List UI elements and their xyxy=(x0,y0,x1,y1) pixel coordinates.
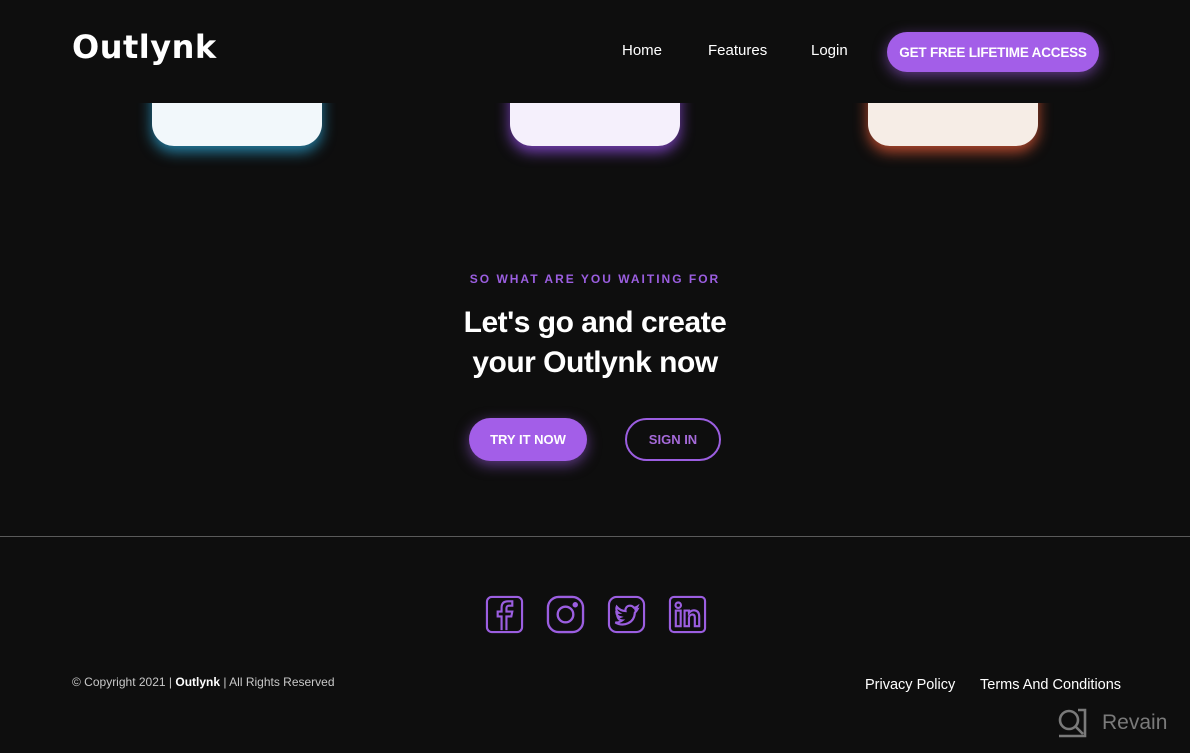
twitter-icon xyxy=(607,595,646,634)
nav-login[interactable]: Login xyxy=(811,42,848,59)
section-headline: Let's go and create your Outlynk now xyxy=(0,303,1190,383)
sign-in-button[interactable]: SIGN IN xyxy=(625,418,721,461)
footer-divider xyxy=(0,536,1190,537)
headline-line-1: Let's go and create xyxy=(463,306,727,339)
facebook-icon xyxy=(485,595,524,634)
revain-watermark: Revain xyxy=(1056,707,1167,739)
header: Outlynk Home Features Login GET FREE LIF… xyxy=(0,0,1190,103)
instagram-link[interactable] xyxy=(546,595,585,634)
linkedin-link[interactable] xyxy=(668,595,707,634)
revain-logo-icon xyxy=(1058,708,1087,738)
copyright: © Copyright 2021 | Outlynk | All Rights … xyxy=(72,675,335,689)
privacy-policy-link[interactable]: Privacy Policy xyxy=(865,677,955,693)
nav-features[interactable]: Features xyxy=(708,42,767,59)
facebook-link[interactable] xyxy=(485,595,524,634)
terms-and-conditions-link[interactable]: Terms And Conditions xyxy=(980,677,1121,693)
copyright-brand: Outlynk xyxy=(175,675,221,689)
nav-home[interactable]: Home xyxy=(622,42,662,59)
instagram-icon xyxy=(546,595,585,634)
copyright-suffix: | All Rights Reserved xyxy=(220,675,335,689)
social-links xyxy=(485,595,707,634)
section-eyebrow: SO WHAT ARE YOU WAITING FOR xyxy=(469,272,721,286)
get-free-lifetime-access-button[interactable]: GET FREE LIFETIME ACCESS xyxy=(887,32,1099,72)
headline-line-2: your Outlynk now xyxy=(472,346,718,379)
revain-label: Revain xyxy=(1102,711,1168,734)
linkedin-icon xyxy=(668,595,707,634)
try-it-now-button[interactable]: TRY IT NOW xyxy=(469,418,587,461)
logo[interactable]: Outlynk xyxy=(72,28,217,66)
copyright-prefix: © Copyright 2021 | xyxy=(72,675,176,689)
twitter-link[interactable] xyxy=(607,595,646,634)
